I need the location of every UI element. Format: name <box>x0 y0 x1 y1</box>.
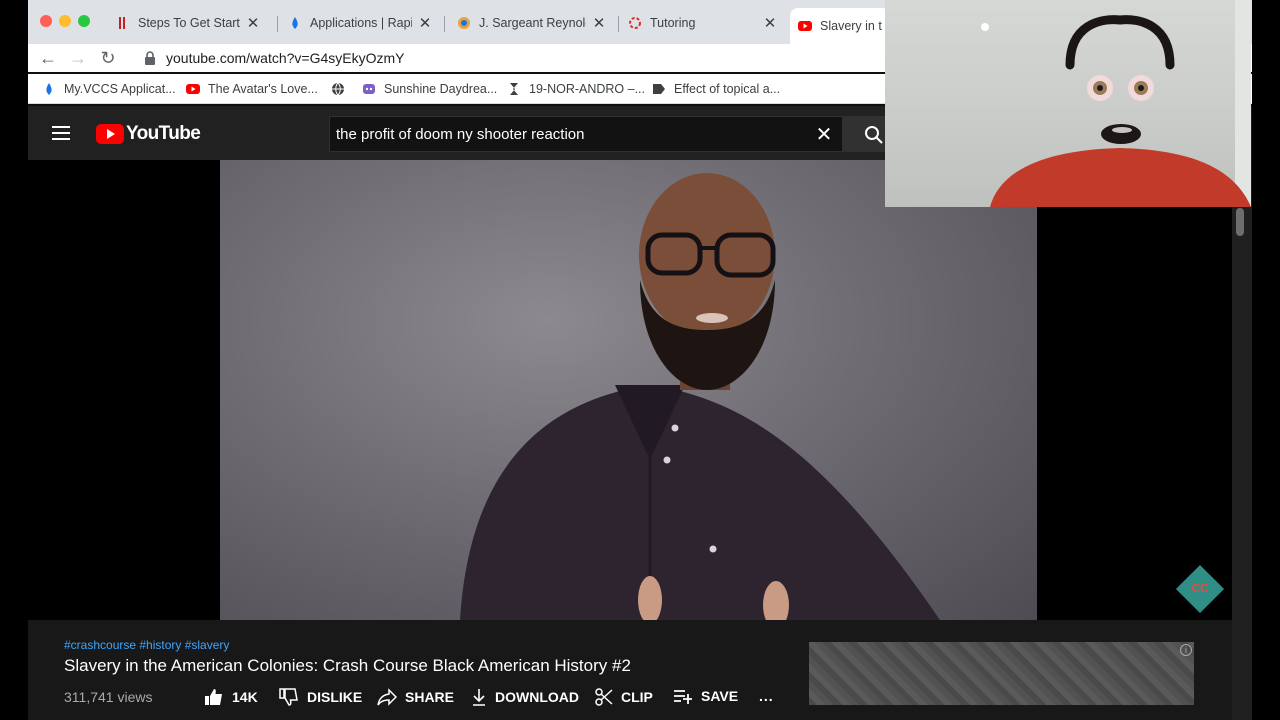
search-icon <box>865 126 883 144</box>
playlist-add-icon <box>674 690 692 704</box>
bookmark-globe[interactable] <box>331 80 353 98</box>
close-tab-icon[interactable]: ✕ <box>592 14 606 32</box>
screen: Steps To Get Starte ✕ Applications | Rap… <box>0 0 1280 720</box>
bookmark-label: Sunshine Daydrea... <box>384 82 498 96</box>
bookmark-icon <box>652 82 666 96</box>
droplet-icon <box>288 16 302 30</box>
droplet-icon <box>42 82 56 96</box>
download-icon <box>473 689 485 706</box>
view-count: 311,741 views <box>64 689 153 705</box>
youtube-icon <box>798 19 812 33</box>
close-tab-icon[interactable]: ✕ <box>763 14 777 32</box>
tab-title: J. Sargeant Reynold <box>479 16 586 30</box>
video-frame[interactable] <box>220 160 1037 620</box>
presenter-image <box>460 173 940 620</box>
save-label: SAVE <box>701 688 739 704</box>
globe-icon <box>331 82 345 96</box>
tab-j-sargeant-reynolds[interactable]: J. Sargeant Reynold ✕ <box>449 8 614 38</box>
loading-ring-icon <box>628 16 642 30</box>
tab-slavery-active[interactable]: Slavery in th <box>790 8 890 44</box>
tab-divider <box>444 16 445 32</box>
url-text: youtube.com/watch?v=G4syEkyOzmY <box>166 50 405 66</box>
tab-title: Tutoring <box>650 16 696 30</box>
bookmark-vccs[interactable]: My.VCCS Applicat... <box>42 80 176 98</box>
save-button[interactable]: SAVE <box>673 688 738 704</box>
close-window-button[interactable] <box>40 15 52 27</box>
video-info: #crashcourse #history #slavery Slavery i… <box>28 620 1232 720</box>
close-tab-icon[interactable]: ✕ <box>246 14 260 32</box>
tab-steps-to-get-started[interactable]: Steps To Get Starte ✕ <box>108 8 268 38</box>
bookmark-sunshine[interactable]: Sunshine Daydrea... <box>362 80 497 98</box>
video-title: Slavery in the American Colonies: Crash … <box>64 656 631 675</box>
crash-course-badge-text: CC <box>1191 581 1209 595</box>
page-scrollbar[interactable] <box>1232 160 1252 720</box>
maximize-window-button[interactable] <box>78 15 90 27</box>
thumbs-down-icon <box>279 688 298 706</box>
tab-title: Applications | Rapid <box>310 16 412 30</box>
share-label: SHARE <box>405 689 455 705</box>
close-tab-icon[interactable]: ✕ <box>418 14 432 32</box>
webcam-overlay <box>885 0 1251 207</box>
youtube-logo-text: YouTube <box>126 123 201 144</box>
youtube-icon <box>186 82 200 96</box>
like-button[interactable]: 14K <box>204 688 258 706</box>
more-actions-button[interactable]: ... <box>759 688 774 704</box>
tab-divider <box>618 16 619 32</box>
discord-icon <box>362 82 376 96</box>
tab-title: Steps To Get Starte <box>138 16 240 30</box>
forward-arrow-icon[interactable]: → <box>68 48 88 68</box>
tab-tutoring[interactable]: Tutoring ✕ <box>620 8 785 38</box>
download-button[interactable]: DOWNLOAD <box>471 688 579 706</box>
share-arrow-icon <box>377 688 397 706</box>
video-player[interactable]: CC <box>28 160 1232 620</box>
search-input[interactable]: the profit of doom ny shooter reaction ✕ <box>329 116 843 152</box>
more-icon: ... <box>759 688 774 704</box>
menu-icon[interactable] <box>52 126 70 140</box>
info-icon[interactable]: i <box>1180 644 1192 656</box>
download-label: DOWNLOAD <box>495 689 579 705</box>
bookmark-label: The Avatar's Love... <box>208 82 318 96</box>
reload-icon[interactable]: ↻ <box>98 48 118 68</box>
ad-banner[interactable] <box>809 642 1194 705</box>
search-query: the profit of doom ny shooter reaction <box>336 125 585 143</box>
tab-title: Slavery in th <box>820 19 882 33</box>
clip-button[interactable]: CLIP <box>595 688 653 706</box>
clip-label: CLIP <box>621 689 653 705</box>
minimize-window-button[interactable] <box>59 15 71 27</box>
bodybuilding-icon <box>507 82 521 96</box>
dislike-button[interactable]: DISLIKE <box>279 688 362 706</box>
scrollbar-thumb[interactable] <box>1236 208 1244 236</box>
scissors-icon <box>595 688 613 706</box>
tab-divider <box>277 16 278 32</box>
youtube-logo[interactable]: YouTube <box>96 123 201 145</box>
dislike-label: DISLIKE <box>307 689 363 705</box>
lock-icon <box>145 51 155 65</box>
reynolds-logo-icon <box>457 16 471 30</box>
youtube-play-icon <box>96 124 124 144</box>
clear-search-icon[interactable]: ✕ <box>806 122 842 147</box>
tab-applications-rapid[interactable]: Applications | Rapid ✕ <box>280 8 440 38</box>
bookmark-label: 19-NOR-ANDRO –... <box>529 82 645 96</box>
video-hashtags[interactable]: #crashcourse #history #slavery <box>64 638 229 652</box>
like-count: 14K <box>232 689 258 705</box>
bookmark-nor-andro[interactable]: 19-NOR-ANDRO –... <box>507 80 645 98</box>
back-arrow-icon[interactable]: ← <box>38 48 58 68</box>
webcam-face-image <box>981 0 1251 207</box>
bookmark-avatar[interactable]: The Avatar's Love... <box>186 80 318 98</box>
bookmark-effect-topical[interactable]: Effect of topical a... <box>652 80 780 98</box>
bookmark-label: Effect of topical a... <box>674 82 781 96</box>
bookmark-label: My.VCCS Applicat... <box>64 82 176 96</box>
share-button[interactable]: SHARE <box>377 688 454 706</box>
vccs-icon <box>116 16 130 30</box>
thumbs-up-icon <box>205 689 222 705</box>
